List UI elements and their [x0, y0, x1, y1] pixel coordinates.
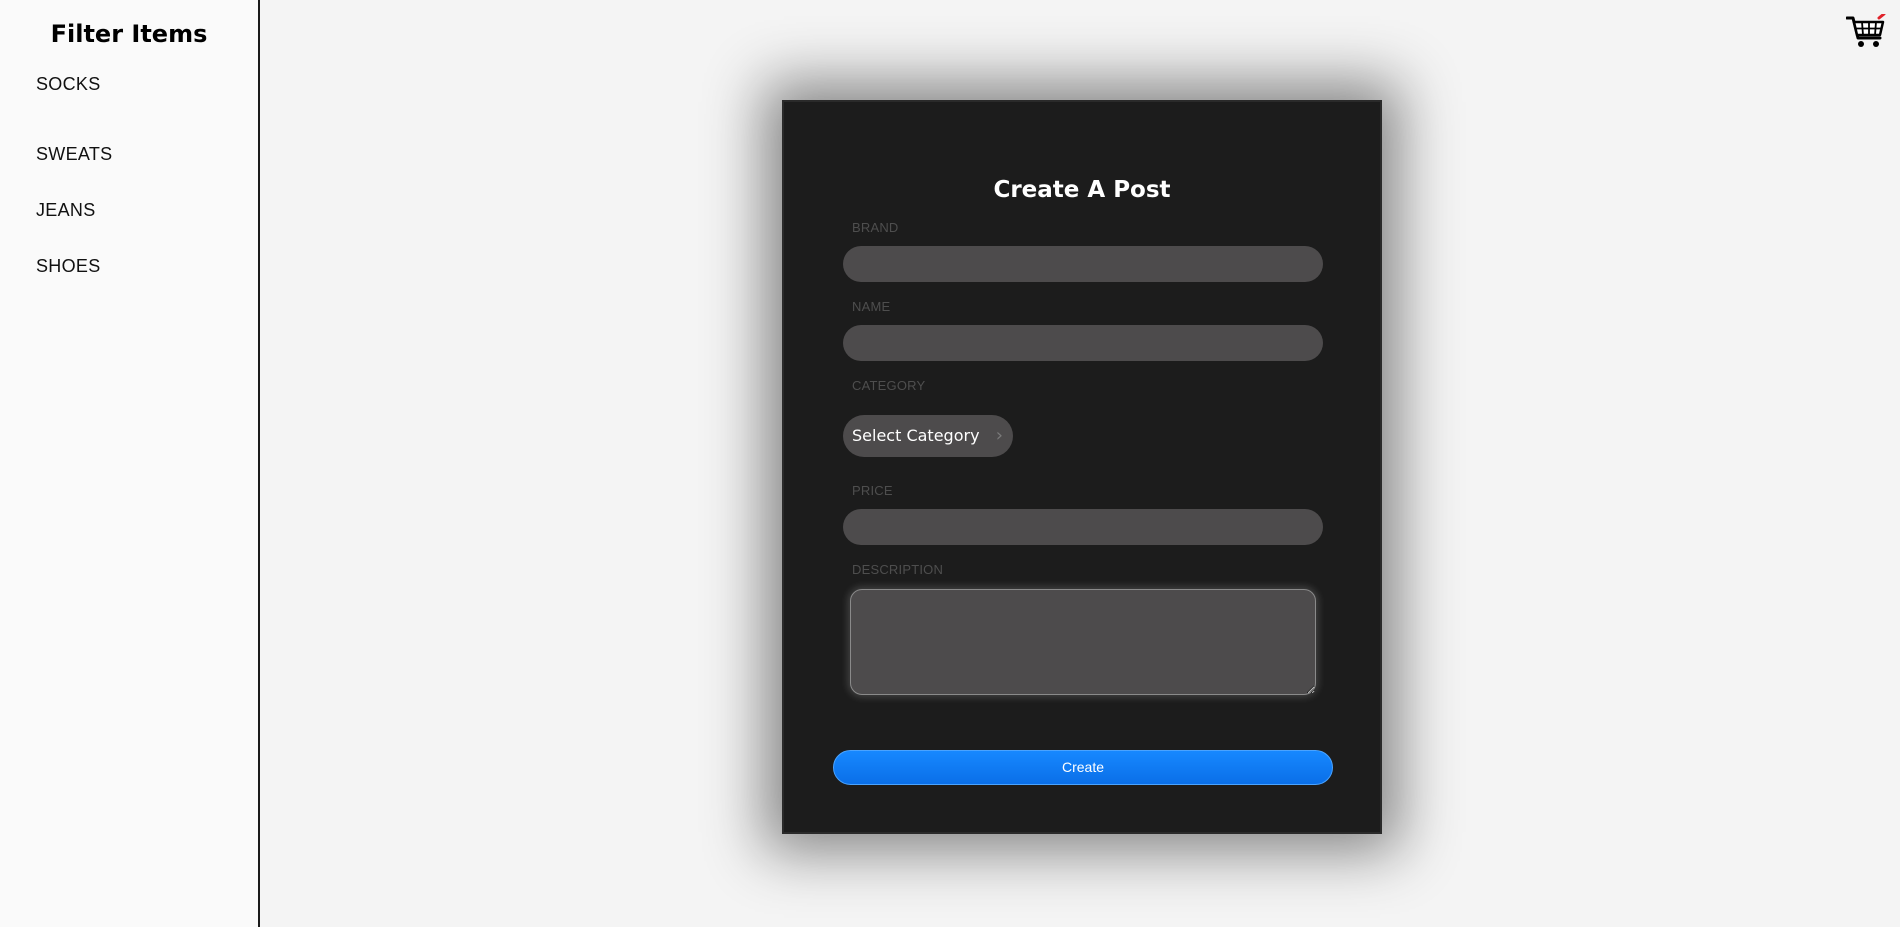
form-title: Create A Post [993, 177, 1171, 203]
description-textarea[interactable] [850, 589, 1316, 695]
sidebar-item-sweats[interactable]: SWEATS [0, 126, 258, 182]
category-label: CATEGORY [852, 378, 926, 393]
price-input[interactable] [843, 509, 1323, 545]
chevron-right-icon: › [995, 425, 1003, 446]
brand-input[interactable] [843, 246, 1323, 282]
sidebar-item-socks[interactable]: SOCKS [0, 70, 258, 98]
name-label: NAME [852, 299, 891, 314]
filter-list: SOCKS SWEATS JEANS SHOES [0, 70, 258, 294]
sidebar-item-jeans[interactable]: JEANS [0, 182, 258, 238]
sidebar-item-shoes[interactable]: SHOES [0, 238, 258, 294]
name-input[interactable] [843, 325, 1323, 361]
create-post-card: Create A Post BRAND NAME CATEGORY Select… [782, 100, 1382, 834]
filter-sidebar: Filter Items SOCKS SWEATS JEANS SHOES [0, 0, 260, 927]
sidebar-title: Filter Items [50, 20, 208, 48]
category-select-label: Select Category [852, 426, 980, 445]
create-button[interactable]: Create [833, 750, 1333, 785]
price-label: PRICE [852, 483, 893, 498]
description-label: DESCRIPTION [852, 562, 944, 577]
cart-icon[interactable] [1845, 12, 1886, 50]
category-select[interactable]: Select Category › [843, 415, 1013, 457]
brand-label: BRAND [852, 220, 899, 235]
